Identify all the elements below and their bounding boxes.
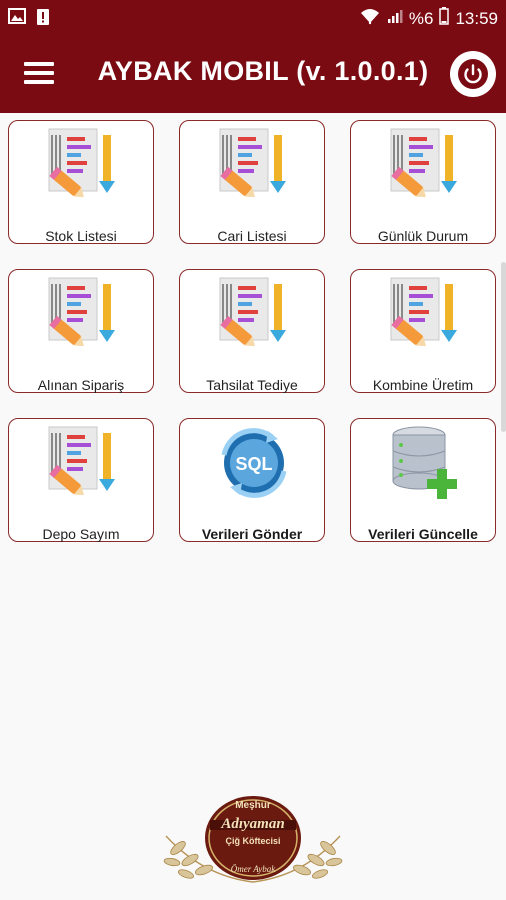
logo-line-2: Adıyaman	[220, 816, 284, 832]
app-bar: AYBAK MOBIL (v. 1.0.0.1)	[0, 36, 506, 113]
menu-tile[interactable]: Verileri Güncelle	[350, 418, 496, 542]
logo-line-1: Meşhur	[235, 800, 271, 811]
sql-sync-icon: SQL	[208, 425, 298, 501]
image-notification-icon	[8, 8, 26, 31]
battery-icon	[439, 7, 450, 30]
company-logo: Meşhur Adıyaman Çiğ Köftecisi Ömer Aybak	[158, 786, 348, 892]
power-icon	[458, 59, 488, 89]
menu-tile-label: Stok Listesi	[45, 228, 117, 244]
menu-tile[interactable]: Kombine Üretim	[350, 269, 496, 393]
list-edit-icon	[37, 127, 127, 203]
menu-tile-label: Kombine Üretim	[372, 377, 474, 393]
signal-icon	[387, 8, 403, 29]
menu-tile-label: Verileri Gönder	[201, 526, 303, 542]
database-add-icon	[379, 425, 469, 501]
alert-notification-icon	[36, 8, 50, 31]
logo-line-3: Çiğ Köftecisi	[225, 836, 280, 846]
list-edit-icon	[37, 276, 127, 352]
menu-tile[interactable]: SQL Verileri Gönder	[179, 418, 325, 542]
status-bar: %6 13:59	[0, 0, 506, 36]
hamburger-menu-button[interactable]	[24, 62, 54, 86]
list-edit-icon	[37, 425, 127, 501]
menu-tile-label: Depo Sayım	[42, 526, 120, 542]
list-edit-icon	[379, 127, 469, 203]
menu-tile-label: Verileri Güncelle	[368, 526, 478, 542]
clock: 13:59	[455, 8, 498, 28]
list-edit-icon	[208, 127, 298, 203]
menu-tile[interactable]: Cari Listesi	[179, 120, 325, 244]
wifi-icon	[359, 7, 381, 30]
app-title: AYBAK MOBIL (v. 1.0.0.1)	[97, 56, 429, 86]
power-button[interactable]	[450, 51, 496, 97]
scrollbar[interactable]	[501, 262, 506, 432]
menu-tile-label: Cari Listesi	[217, 228, 287, 244]
list-edit-icon	[208, 276, 298, 352]
menu-tile-label: Tahsilat Tediye	[206, 377, 298, 393]
svg-text:SQL: SQL	[235, 454, 272, 474]
logo-line-4: Ömer Aybak	[231, 864, 277, 874]
menu-tile[interactable]: Stok Listesi	[8, 120, 154, 244]
menu-tile[interactable]: Alınan Sipariş	[8, 269, 154, 393]
menu-tile-label: Günlük Durum	[377, 228, 469, 244]
menu-tile[interactable]: Günlük Durum	[350, 120, 496, 244]
menu-tile[interactable]: Tahsilat Tediye	[179, 269, 325, 393]
menu-tile[interactable]: Depo Sayım	[8, 418, 154, 542]
battery-percent: %6	[408, 8, 434, 28]
menu-tile-label: Alınan Sipariş	[37, 377, 125, 393]
list-edit-icon	[379, 276, 469, 352]
